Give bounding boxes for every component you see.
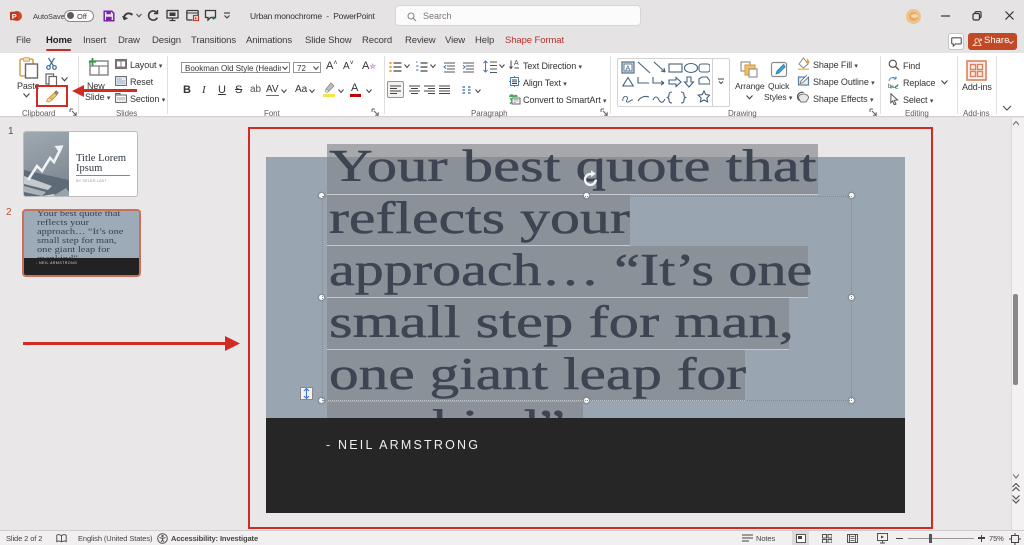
svg-text:c: c bbox=[895, 85, 898, 89]
svg-text:P: P bbox=[12, 12, 17, 21]
svg-text:A: A bbox=[626, 66, 631, 73]
svg-text:A: A bbox=[514, 60, 519, 67]
